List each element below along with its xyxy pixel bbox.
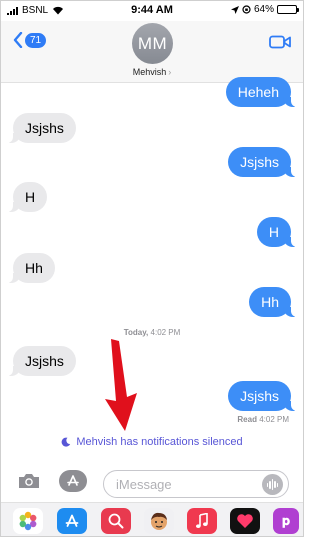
orientation-lock-icon [242, 5, 251, 14]
composer-bar: iMessage [1, 464, 303, 502]
message-text: Jsjshs [25, 353, 64, 369]
contact-name-button[interactable]: Mehvish › [1, 67, 303, 77]
waveform-icon [266, 479, 279, 490]
battery-percent: 64% [253, 4, 274, 15]
heart-icon [237, 514, 253, 528]
message-input[interactable]: iMessage [103, 470, 289, 498]
contact-name: Mehvish [132, 67, 167, 77]
status-bar: BSNL 9:44 AM 64% [1, 1, 303, 21]
message-bubble-incoming[interactable]: Hh [5, 253, 55, 283]
message-bubble-incoming[interactable]: Jsjshs [5, 346, 76, 376]
message-bubble-outgoing[interactable]: H [256, 217, 300, 247]
location-icon [230, 5, 239, 14]
read-label: Read [237, 415, 257, 424]
read-receipt: Read 4:02 PM [237, 415, 289, 424]
message-bubble-incoming[interactable]: Jsjshs [5, 113, 76, 143]
photos-app-icon[interactable] [13, 508, 43, 534]
message-bubble-outgoing[interactable]: Heheh [225, 77, 300, 107]
message-placeholder: iMessage [116, 476, 172, 492]
red-arrow-annotation [105, 339, 137, 431]
conversation-header: 71 MM Mehvish › [1, 21, 303, 83]
music-app-icon[interactable] [187, 508, 217, 534]
back-button[interactable]: 71 [13, 32, 47, 48]
messages-screen: BSNL 9:44 AM 64% 71 MM Mehvish › Heheh Js… [0, 0, 304, 537]
message-text: Hh [25, 260, 43, 276]
timestamp-divider: Today, 4:02 PM [1, 328, 303, 337]
facetime-button[interactable] [269, 35, 291, 54]
music-note-icon [196, 513, 208, 528]
message-bubble-outgoing[interactable]: Hh [249, 287, 299, 317]
camera-icon [19, 474, 39, 488]
camera-button[interactable] [17, 472, 41, 495]
video-camera-icon [269, 35, 291, 49]
app-store-app-icon[interactable] [57, 508, 87, 534]
app-drawer: 𝐩 [1, 502, 303, 536]
unread-count-badge: 71 [25, 32, 47, 48]
message-text: Hh [261, 294, 279, 310]
message-thread[interactable]: Heheh Jsjshs Jsjshs H H Hh Hh Today, 4:0… [1, 77, 303, 461]
timestamp-time: 4:02 PM [150, 328, 181, 337]
message-text: H [25, 189, 36, 205]
app-store-icon [67, 475, 79, 486]
message-text: Heheh [237, 84, 279, 100]
notifications-silenced-notice: Mehvish has notifications silenced [1, 436, 303, 448]
app-store-button[interactable] [59, 470, 87, 492]
status-right: 64% [230, 4, 299, 15]
memoji-app-icon[interactable] [144, 508, 174, 534]
chevron-left-icon [13, 32, 23, 48]
message-bubble-incoming[interactable]: H [4, 182, 48, 212]
message-text: Jsjshs [25, 120, 64, 136]
timestamp-day: Today, [123, 328, 149, 337]
message-text: H [268, 224, 279, 240]
battery-icon [277, 5, 299, 14]
web-search-app-icon[interactable] [101, 508, 131, 534]
audio-message-button[interactable] [262, 474, 283, 495]
message-text: Jsjshs [240, 154, 279, 170]
notice-text: Mehvish has notifications silenced [76, 436, 243, 448]
contact-avatar[interactable]: MM [132, 23, 173, 64]
chevron-right-icon: › [168, 67, 172, 77]
app-store-a-icon [65, 514, 79, 527]
photos-flower-icon [19, 511, 37, 531]
digital-touch-app-icon[interactable] [230, 508, 260, 534]
message-text: Jsjshs [240, 388, 279, 404]
read-time: 4:02 PM [259, 415, 289, 424]
search-icon [108, 513, 124, 529]
message-bubble-outgoing[interactable]: Jsjshs [228, 381, 299, 411]
memoji-face-icon [151, 512, 167, 530]
more-apps-icon[interactable]: 𝐩 [273, 508, 299, 534]
message-bubble-outgoing[interactable]: Jsjshs [228, 147, 299, 177]
p-letter-icon: 𝐩 [281, 513, 291, 528]
moon-icon [61, 437, 71, 447]
